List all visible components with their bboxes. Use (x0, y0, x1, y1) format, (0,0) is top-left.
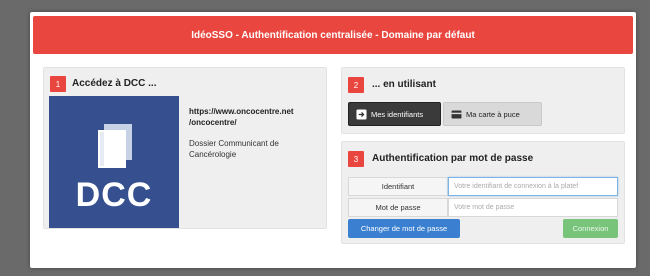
password-input[interactable]: Votre mot de passe (448, 198, 618, 217)
method-panel: 2 ... en utilisant Mes identifiants Ma c… (341, 67, 625, 134)
password-auth-panel: 3 Authentification par mot de passe Iden… (341, 141, 625, 244)
password-auth-title: Authentification par mot de passe (372, 153, 534, 164)
smartcard-button[interactable]: Ma carte à puce (443, 102, 542, 126)
service-desc-line2: Cancérologie (189, 150, 237, 159)
connect-button[interactable]: Connexion (563, 219, 618, 238)
identifiers-label: Mes identifiants (371, 109, 424, 119)
identifiers-button[interactable]: Mes identifiants (348, 102, 441, 126)
identifier-label: Identifiant (348, 177, 448, 196)
step-badge-2: 2 (348, 77, 364, 93)
change-password-button[interactable]: Changer de mot de passe (348, 219, 460, 238)
step-badge-3: 3 (348, 151, 364, 167)
logo-text: DCC (75, 176, 153, 214)
service-url[interactable]: https://www.oncocentre.net /oncocentre/ (189, 106, 314, 128)
card-icon (450, 108, 462, 120)
page-header: IdéoSSO - Authentification centralisée -… (33, 16, 633, 54)
password-label: Mot de passe (348, 198, 448, 217)
access-panel: 1 Accédez à DCC ... DCC https://www.onco… (43, 67, 327, 229)
service-desc-line1: Dossier Communicant de (189, 139, 279, 148)
page-title: IdéoSSO - Authentification centralisée -… (191, 29, 475, 41)
service-description: Dossier Communicant de Cancérologie (189, 138, 314, 160)
sign-in-icon (355, 108, 367, 120)
service-url-line2: /oncocentre/ (189, 118, 237, 127)
step-badge-1: 1 (50, 76, 66, 92)
smartcard-label: Ma carte à puce (466, 109, 520, 119)
method-title: ... en utilisant (372, 79, 436, 90)
dcc-logo[interactable]: DCC (49, 96, 179, 228)
document-icon (98, 124, 132, 168)
access-title: Accédez à DCC ... (72, 78, 157, 89)
service-url-line1: https://www.oncocentre.net (189, 107, 294, 116)
identifier-input[interactable]: Votre identifiant de connexion à la plat… (448, 177, 618, 196)
